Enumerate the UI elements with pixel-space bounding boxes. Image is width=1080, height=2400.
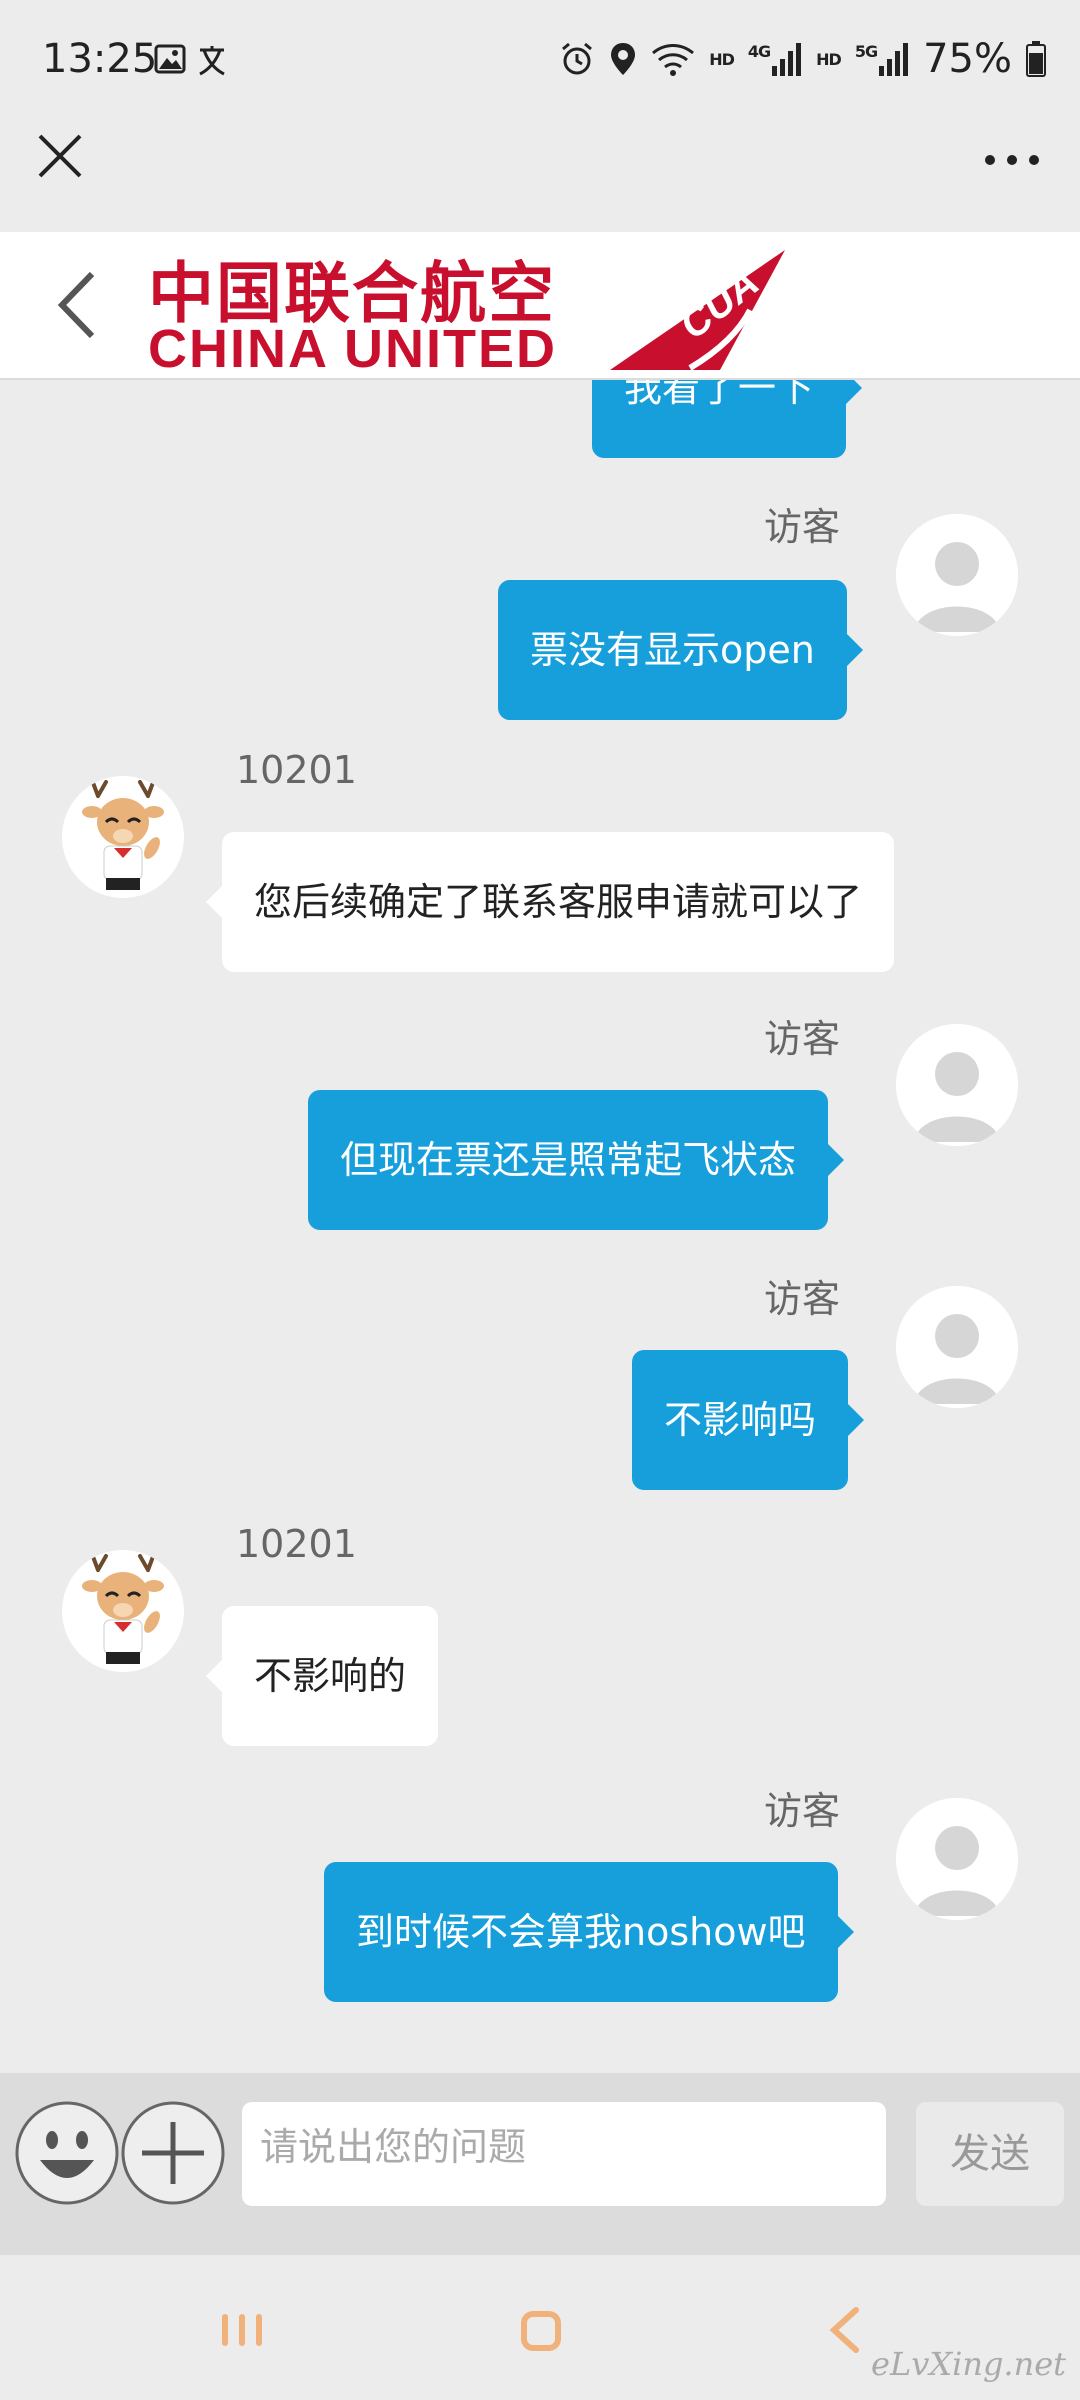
translate-icon xyxy=(199,46,225,76)
sender-name: 10201 xyxy=(236,748,357,792)
back-arrow-icon[interactable] xyxy=(52,268,102,342)
visitor-avatar xyxy=(896,1286,1018,1408)
message-bubble-visitor: 但现在票还是照常起飞状态 xyxy=(308,1090,845,1230)
alarm-icon xyxy=(562,42,593,75)
default-user-icon xyxy=(896,1024,1018,1146)
visitor-avatar xyxy=(896,1024,1018,1146)
battery-icon xyxy=(1026,41,1046,77)
message-bubble-agent: 您后续确定了联系客服申请就可以了 xyxy=(205,832,895,972)
gallery-icon xyxy=(154,44,186,74)
send-button[interactable]: 发送 xyxy=(916,2102,1064,2206)
agent-avatar xyxy=(62,776,184,898)
home-icon[interactable] xyxy=(520,2310,562,2352)
message-bubble-visitor: 我看了一下 xyxy=(592,378,863,458)
sender-name: 访客 xyxy=(764,1789,841,1833)
recent-apps-icon[interactable] xyxy=(218,2310,266,2350)
sender-name: 访客 xyxy=(764,1277,841,1321)
sender-name: 10201 xyxy=(236,1522,357,1566)
wifi-icon xyxy=(652,44,695,76)
webview-toolbar xyxy=(0,125,1080,232)
more-options-icon[interactable] xyxy=(980,140,1044,180)
visitor-avatar xyxy=(896,514,1018,636)
chat-area[interactable]: 我看了一下 访客 票没有显示open 10201 您后续确定了联系客服申请就可以… xyxy=(0,378,1080,2073)
agent-avatar xyxy=(62,1550,184,1672)
add-attachment-icon[interactable] xyxy=(120,2100,226,2206)
emoji-icon[interactable] xyxy=(14,2100,120,2206)
location-icon xyxy=(611,43,636,75)
status-time: 13:25 xyxy=(42,36,158,82)
default-user-icon xyxy=(896,514,1018,636)
message-bubble-visitor: 到时候不会算我noshow吧 xyxy=(324,1862,854,2002)
status-right: HD 4G HD 5G 75% xyxy=(559,36,1046,82)
deer-mascot-icon xyxy=(82,1552,164,1664)
airline-tail-logo: CUA xyxy=(610,250,785,370)
hd-label-2: HD xyxy=(816,49,842,69)
default-user-icon xyxy=(896,1286,1018,1408)
sender-name: 访客 xyxy=(764,1017,841,1061)
signal-5g-icon: 5G xyxy=(855,42,909,76)
deer-mascot-icon xyxy=(82,778,164,890)
watermark: eLvXing.net xyxy=(871,2345,1066,2383)
default-user-icon xyxy=(896,1798,1018,1920)
close-icon[interactable] xyxy=(34,130,86,182)
message-bubble-visitor: 票没有显示open xyxy=(498,580,863,720)
message-bubble-agent: 不影响的 xyxy=(205,1606,439,1746)
airline-logo-english: CHINA UNITED xyxy=(148,319,557,379)
visitor-avatar xyxy=(896,1798,1018,1920)
nav-back-icon[interactable] xyxy=(826,2306,862,2354)
status-left-icons xyxy=(150,40,230,84)
message-bubble-visitor: 不影响吗 xyxy=(632,1350,865,1490)
hd-label-1: HD xyxy=(709,49,735,69)
battery-percent: 75% xyxy=(923,36,1012,82)
signal-4g-icon: 4G xyxy=(748,42,802,76)
sender-name: 访客 xyxy=(764,505,841,549)
message-input[interactable]: 请说出您的问题 xyxy=(242,2102,886,2206)
